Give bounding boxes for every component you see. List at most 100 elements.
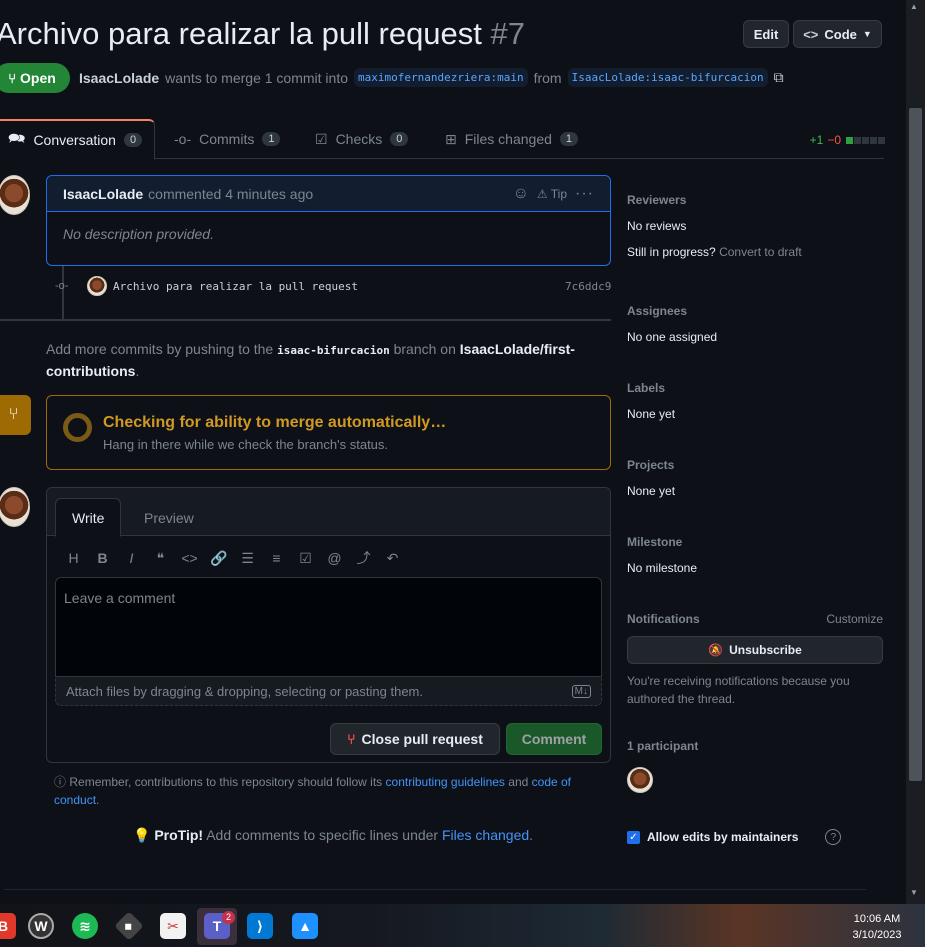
kebab-menu-icon[interactable]: ···	[575, 185, 594, 203]
customize-link[interactable]: Customize	[826, 612, 883, 626]
photos-icon[interactable]: ▲	[292, 913, 318, 939]
light-bulb-icon: 💡	[133, 827, 151, 843]
assignees-value: No one assigned	[627, 330, 718, 344]
and-text: and	[508, 775, 529, 789]
projects-heading[interactable]: Projects	[627, 458, 883, 472]
wamp-icon[interactable]: W	[28, 913, 54, 939]
pull-request-icon: ⑂	[8, 70, 17, 86]
vscode-icon[interactable]: ⟩	[247, 913, 273, 939]
merge-status-subtitle: Hang in there while we check the branch'…	[103, 437, 389, 452]
bold-icon[interactable]: B	[94, 550, 111, 566]
git-merge-icon: ⑂	[0, 395, 31, 435]
tab-checks-count: 0	[390, 132, 409, 146]
brave-icon[interactable]: B	[0, 913, 16, 939]
close-pr-button[interactable]: ⑂ Close pull request	[330, 723, 500, 755]
assignees-heading[interactable]: Assignees	[627, 304, 883, 318]
tab-commits-count: 1	[262, 132, 281, 146]
scroll-down-arrow-icon[interactable]: ▼	[910, 888, 918, 897]
reviewers-heading[interactable]: Reviewers	[627, 193, 883, 207]
mention-icon[interactable]: @	[326, 550, 343, 566]
code-icon[interactable]: <>	[181, 550, 198, 566]
question-icon[interactable]: ?	[825, 829, 842, 845]
commit-dot-icon: -o-	[55, 280, 69, 292]
clock-date: 3/10/2023	[852, 929, 902, 941]
unordered-list-icon[interactable]: ☰	[239, 550, 256, 567]
attach-text: Attach files by dragging & dropping, sel…	[66, 683, 423, 699]
comment-textarea[interactable]: Leave a comment	[55, 577, 602, 677]
state-label: Open	[20, 70, 56, 86]
snipping-tool-icon[interactable]: ✂	[160, 913, 186, 939]
attach-files-bar[interactable]: Attach files by dragging & dropping, sel…	[55, 676, 602, 706]
tab-checks[interactable]: ☑ Checks 0	[315, 119, 409, 159]
head-branch[interactable]: IsaacLolade:isaac-bifurcacion	[567, 68, 768, 87]
pr-title-text: Archivo para realizar la pull request	[0, 16, 482, 51]
commit-sha[interactable]: 7c6ddc9	[565, 280, 611, 293]
tab-commits[interactable]: -o- Commits 1	[174, 119, 281, 159]
tab-conversation-count: 0	[123, 133, 143, 147]
quote-icon[interactable]: ❝	[152, 550, 169, 567]
edit-button[interactable]: Edit	[743, 20, 789, 48]
files-changed-link[interactable]: Files changed	[442, 827, 529, 843]
push-prefix: Add more commits by pushing to the	[46, 341, 274, 357]
avatar[interactable]	[0, 175, 30, 215]
reply-icon[interactable]: ↶	[384, 550, 401, 567]
info-icon: ⓘ	[54, 775, 67, 789]
labels-heading[interactable]: Labels	[627, 381, 883, 395]
comment-author[interactable]: IsaacLolade	[63, 186, 143, 202]
note-period: .	[96, 793, 100, 807]
ordered-list-icon[interactable]: ≡	[268, 550, 285, 566]
bell-slash-icon: 🔕	[708, 643, 724, 657]
heading-icon[interactable]: H	[65, 550, 82, 566]
pr-author-link[interactable]: IsaacLolade	[79, 70, 159, 86]
tab-files-changed[interactable]: ⊞ Files changed 1	[445, 119, 579, 159]
spotify-icon[interactable]: ≋	[72, 913, 98, 939]
contributing-guidelines-link[interactable]: contributing guidelines	[386, 775, 505, 789]
reference-icon[interactable]: ⤴	[355, 548, 372, 568]
tab-write[interactable]: Write	[55, 498, 122, 537]
italic-icon[interactable]: I	[123, 550, 140, 566]
scrollbar-thumb[interactable]	[909, 108, 922, 781]
allow-edits-row: ✓ Allow edits by maintainers ?	[627, 829, 883, 845]
tab-commits-label: Commits	[199, 131, 255, 147]
convert-to-draft-link[interactable]: Convert to draft	[719, 245, 802, 259]
smiley-icon[interactable]: ☺	[513, 185, 529, 203]
editor-tabs: Write Preview	[47, 488, 610, 537]
pr-meta: IsaacLolade wants to merge 1 commit into…	[79, 68, 784, 87]
comment-discussion-icon: 🗪	[8, 130, 26, 146]
milestone-heading[interactable]: Milestone	[627, 535, 883, 549]
scroll-up-arrow-icon[interactable]: ▲	[910, 2, 918, 11]
taskbar-clock[interactable]: 10:06 AM 3/10/2023	[845, 911, 909, 943]
tab-conversation-label: Conversation	[33, 132, 116, 148]
current-user-avatar[interactable]	[0, 487, 30, 527]
commit-avatar[interactable]	[87, 276, 107, 296]
copy-icon[interactable]: ⧉	[774, 69, 784, 86]
markdown-toolbar: H B I ❝ <> 🔗 ☰ ≡ ☑ @ ⤴ ↶	[65, 548, 401, 568]
footer-divider	[4, 889, 866, 890]
link-icon[interactable]: 🔗	[210, 550, 227, 567]
code-button[interactable]: <> Code ▼	[793, 20, 882, 48]
markdown-icon[interactable]: M↓	[571, 684, 591, 698]
allow-edits-checkbox[interactable]: ✓	[627, 830, 640, 844]
tab-preview[interactable]: Preview	[128, 498, 210, 537]
clock-time: 10:06 AM	[853, 913, 901, 925]
base-branch[interactable]: maximofernandezriera:main	[354, 68, 528, 87]
comment-button[interactable]: Comment	[506, 723, 602, 755]
copilot-tip[interactable]: ⚠ Tip	[537, 187, 567, 201]
protip: 💡 ProTip! Add comments to specific lines…	[133, 827, 533, 844]
tab-conversation[interactable]: 🗪 Conversation 0	[0, 119, 156, 160]
sidebar-reviewers: Reviewers No reviews Still in progress? …	[627, 193, 883, 259]
notifications-heading: Notifications	[627, 612, 700, 626]
pr-state-badge: ⑂ Open	[0, 63, 70, 93]
sidebar-milestone: Milestone No milestone	[627, 535, 883, 575]
protip-label: ProTip!	[154, 827, 204, 843]
sidebar-projects: Projects None yet	[627, 458, 883, 498]
notifications-reason: You're receiving notifications because y…	[627, 674, 850, 706]
commit-message[interactable]: Archivo para realizar la pull request	[113, 280, 358, 293]
draft-row: Still in progress? Convert to draft	[627, 245, 883, 259]
tab-checks-label: Checks	[335, 131, 383, 147]
participant-avatar[interactable]	[627, 767, 653, 793]
participants-heading: 1 participant	[627, 739, 699, 753]
merge-status-box: Checking for ability to merge automatica…	[46, 395, 611, 470]
tasklist-icon[interactable]: ☑	[297, 550, 314, 567]
unsubscribe-button[interactable]: 🔕 Unsubscribe	[627, 636, 883, 664]
